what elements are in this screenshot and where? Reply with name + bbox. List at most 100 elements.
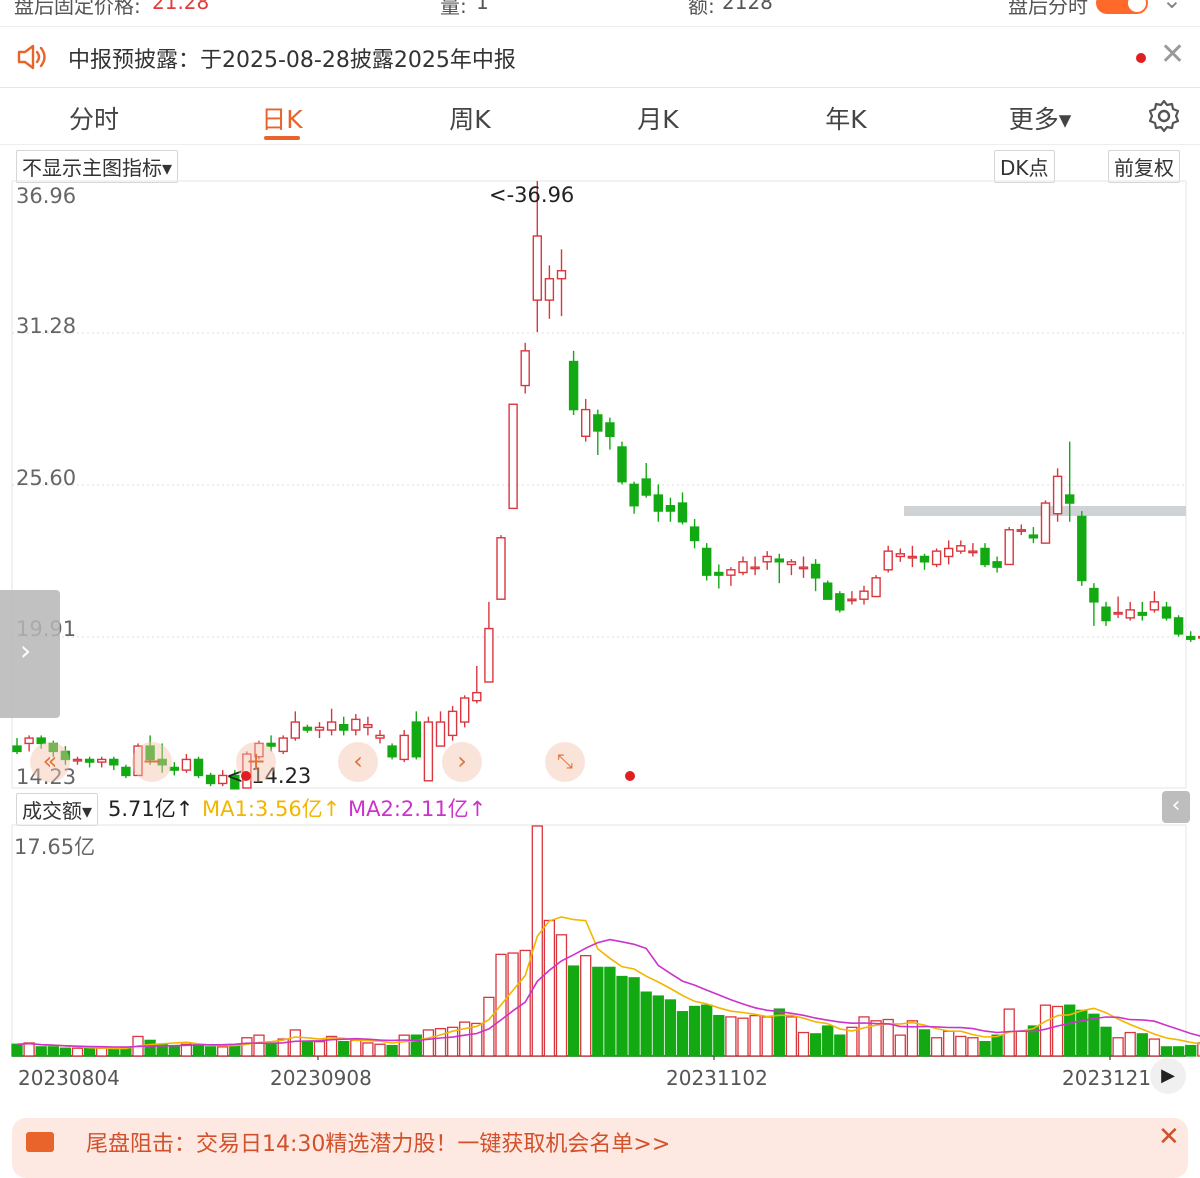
scroll-right-button[interactable]: › — [442, 742, 482, 782]
volume-bar — [967, 1037, 979, 1057]
dk-point-button[interactable]: DK点 — [994, 150, 1055, 183]
candle — [302, 724, 313, 733]
volume-bar — [822, 1025, 834, 1057]
x-tick-label: 20230804 — [18, 1066, 120, 1090]
candle — [375, 730, 385, 744]
candle — [798, 556, 809, 578]
candle — [1089, 583, 1099, 626]
tab-monthly-k[interactable]: 月K — [637, 100, 678, 136]
volume-ma2-value: MA2:2.11亿↑ — [348, 797, 487, 821]
close-icon[interactable]: ✕ — [1158, 1122, 1180, 1152]
volume-bar — [809, 1033, 822, 1057]
volume-bar — [640, 991, 652, 1057]
volume-bar — [1051, 1005, 1064, 1057]
candle — [351, 714, 361, 736]
chevron-right-icon: › — [20, 634, 32, 667]
amount-label: 额: — [688, 0, 715, 18]
volume-bar — [894, 1034, 906, 1057]
volume-bar — [1124, 1031, 1136, 1057]
candle — [568, 350, 579, 415]
after-hours-toggle[interactable] — [1096, 0, 1148, 14]
candle — [762, 551, 772, 570]
candle — [992, 556, 1002, 573]
volume-bar — [192, 1043, 205, 1057]
candle — [423, 716, 434, 782]
active-tab-underline — [264, 136, 300, 140]
candle — [968, 543, 978, 557]
scroll-left-fast-button[interactable]: « — [30, 742, 70, 782]
volume-bar — [1088, 1013, 1100, 1057]
candle — [750, 556, 760, 576]
notice-text: 中报预披露：于2025-08-28披露2025年中报 — [68, 48, 516, 73]
chevron-down-icon[interactable]: ⌄ — [1162, 0, 1182, 14]
candle — [738, 556, 748, 576]
tab-daily-k[interactable]: 日K — [261, 100, 302, 136]
scroll-left-button[interactable]: ‹ — [338, 742, 378, 782]
volume-bar — [531, 825, 543, 1057]
fullscreen-icon[interactable]: ⤡ — [545, 742, 585, 782]
after-hours-label: 盘后分时 — [1008, 0, 1088, 18]
volume-bar — [1185, 1044, 1197, 1057]
candle — [278, 735, 288, 755]
x-tick-label: 20230908 — [270, 1066, 372, 1090]
volume-bar — [943, 1030, 955, 1057]
tab-more[interactable]: 更多▾ — [1009, 100, 1072, 136]
tab-intraday[interactable]: 分时 — [69, 100, 119, 136]
candle — [1137, 601, 1148, 621]
play-icon[interactable]: ▶ — [1150, 1058, 1186, 1094]
close-icon[interactable]: ✕ — [1160, 37, 1185, 72]
zoom-out-button[interactable]: − — [132, 742, 172, 782]
candle — [205, 772, 216, 787]
tab-weekly-k[interactable]: 周K — [449, 100, 490, 136]
candle — [314, 722, 325, 739]
volume-bar — [265, 1042, 277, 1057]
candle — [1028, 527, 1039, 544]
volume-bar — [918, 1029, 931, 1057]
volume-bar — [1136, 1033, 1148, 1057]
volume-bar — [410, 1034, 422, 1057]
volume-bar — [676, 1011, 689, 1057]
volume-bar — [1160, 1046, 1173, 1057]
volume-bar — [797, 1031, 810, 1057]
volume-bar — [71, 1047, 84, 1057]
tab-yearly-k[interactable]: 年K — [825, 100, 866, 136]
price-chart[interactable] — [0, 180, 1200, 790]
volume-bar — [664, 999, 677, 1057]
y-tick-label: 31.28 — [16, 314, 77, 338]
volume-bar — [785, 1016, 798, 1057]
volume-bar — [1076, 1009, 1088, 1057]
fixed-price-value: 21.28 — [152, 0, 210, 14]
volume-indicator-select[interactable]: 成交额▾ — [16, 793, 99, 826]
candle — [72, 756, 83, 765]
candle — [1016, 524, 1026, 536]
high-price-marker: <-36.96 — [489, 183, 575, 207]
notice-bar[interactable]: 中报预披露：于2025-08-28披露2025年中报 ✕ — [0, 26, 1200, 88]
expand-panel-handle[interactable]: › — [0, 590, 60, 718]
main-indicator-select[interactable]: 不显示主图指标▾ — [16, 150, 179, 183]
volume-chart[interactable] — [0, 824, 1200, 1060]
volume-bar — [567, 965, 580, 1057]
volume-bar — [350, 1039, 362, 1057]
candle — [363, 716, 373, 736]
collapse-panel-button[interactable]: ‹ — [1162, 791, 1190, 823]
volume-bar — [398, 1034, 410, 1057]
volume-bar — [96, 1047, 108, 1057]
candle — [1185, 631, 1196, 642]
candle — [290, 711, 300, 741]
gear-icon[interactable] — [1146, 98, 1182, 134]
event-marker-dot[interactable] — [241, 771, 251, 781]
volume-bar — [979, 1041, 991, 1057]
x-tick-label: 2023121 — [1062, 1066, 1152, 1090]
volume-bar — [955, 1035, 967, 1057]
candle — [1161, 601, 1172, 621]
candle — [399, 730, 409, 763]
volume-bar — [1015, 1030, 1027, 1057]
candle — [435, 711, 446, 747]
event-marker-dot[interactable] — [625, 771, 635, 781]
candle — [714, 564, 724, 589]
candle — [96, 756, 107, 768]
volume-bar — [59, 1047, 72, 1057]
promo-banner[interactable]: 尾盘阻击：交易日14:30精选潜力股！一键获取机会名单>> ✕ — [12, 1118, 1188, 1178]
candle — [726, 567, 736, 586]
adjust-mode-button[interactable]: 前复权 — [1108, 150, 1180, 183]
